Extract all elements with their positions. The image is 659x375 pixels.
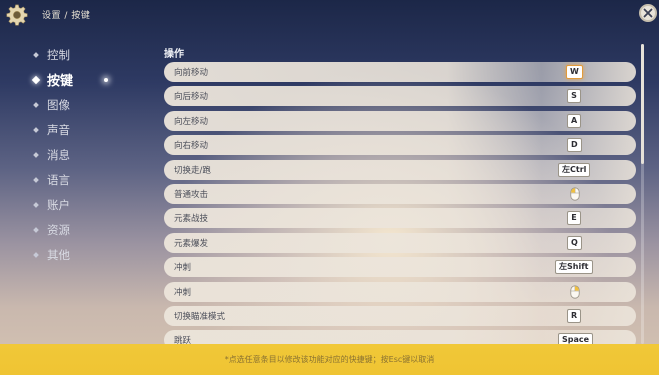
key-cap[interactable]: D — [567, 138, 582, 153]
sidebar-item-control[interactable]: 控制 — [28, 42, 128, 67]
keybind-row-sprint[interactable]: 冲刺 左Shift — [164, 257, 636, 278]
keybind-row-left[interactable]: 向左移动 A — [164, 110, 636, 131]
keybind-row-normal-attack[interactable]: 普通攻击 — [164, 183, 636, 204]
sidebar-item-label: 资源 — [47, 222, 70, 237]
bullet-icon — [33, 251, 39, 258]
action-label: 向后移动 — [174, 92, 209, 103]
action-label: 向右移动 — [174, 141, 209, 152]
action-label: 切换瞄准模式 — [174, 311, 226, 322]
key-cap[interactable]: S — [567, 89, 581, 104]
sidebar-item-language[interactable]: 语言 — [28, 167, 128, 192]
action-label: 冲刺 — [174, 263, 192, 274]
key-cap[interactable]: W — [566, 65, 583, 79]
sidebar-item-label: 图像 — [47, 97, 70, 112]
scrollbar-thumb[interactable] — [641, 44, 644, 164]
keybind-row-aim-mode[interactable]: 切换瞄准模式 R — [164, 305, 636, 326]
action-label: 元素爆发 — [174, 238, 209, 249]
breadcrumb: 设置 / 按键 — [42, 8, 90, 21]
key-cap[interactable]: Q — [567, 235, 582, 250]
mouse-right-icon[interactable] — [570, 284, 580, 299]
bullet-icon — [33, 51, 39, 58]
key-cap[interactable]: R — [567, 308, 582, 323]
keybind-row-elemental-skill[interactable]: 元素战技 E — [164, 208, 636, 229]
keybind-list: 向前移动 W 向后移动 S 向左移动 A 向右移动 D 切换走/跑 左Ctrl … — [164, 62, 636, 355]
keybind-row-sprint-mouse[interactable]: 冲刺 — [164, 281, 636, 302]
sidebar-item-label: 其他 — [47, 247, 70, 262]
gear-icon — [6, 4, 28, 26]
section-title: 操作 — [164, 49, 184, 60]
header: 设置 / 按键 — [0, 0, 659, 32]
bullet-icon — [33, 101, 39, 108]
sidebar-item-audio[interactable]: 声音 — [28, 117, 128, 142]
sidebar-item-keys[interactable]: 按键 — [28, 67, 128, 92]
bullet-icon — [33, 151, 39, 158]
close-button[interactable] — [639, 4, 657, 22]
bullet-icon — [31, 75, 41, 84]
sidebar-item-resources[interactable]: 资源 — [28, 217, 128, 242]
sidebar-item-label: 账户 — [47, 197, 70, 212]
action-label: 元素战技 — [174, 214, 209, 225]
keybind-row-forward[interactable]: 向前移动 W — [164, 62, 636, 82]
hint-text: *点选任意条目以修改该功能对应的快捷键；按Esc键以取消 — [224, 355, 435, 364]
sidebar-item-label: 控制 — [47, 47, 70, 62]
sidebar-item-label: 按键 — [47, 74, 74, 89]
breadcrumb-separator: / — [64, 11, 68, 21]
bullet-icon — [33, 226, 39, 233]
keybind-row-walk-run[interactable]: 切换走/跑 左Ctrl — [164, 159, 636, 180]
sidebar-item-label: 语言 — [47, 172, 70, 187]
sidebar-item-label: 声音 — [47, 122, 70, 137]
breadcrumb-root[interactable]: 设置 — [42, 11, 61, 21]
sidebar: 控制 按键 图像 声音 消息 语言 账户 资源 其他 — [28, 42, 128, 267]
sidebar-item-other[interactable]: 其他 — [28, 242, 128, 267]
bullet-icon — [33, 126, 39, 133]
breadcrumb-current: 按键 — [71, 11, 91, 21]
action-label: 切换走/跑 — [174, 165, 211, 176]
bullet-icon — [33, 176, 39, 183]
scrollbar[interactable] — [641, 44, 644, 344]
sidebar-item-messages[interactable]: 消息 — [28, 142, 128, 167]
action-label: 普通攻击 — [174, 189, 209, 200]
close-icon — [643, 8, 653, 18]
action-label: 向前移动 — [174, 68, 209, 78]
sidebar-item-account[interactable]: 账户 — [28, 192, 128, 217]
keybind-row-right[interactable]: 向右移动 D — [164, 135, 636, 156]
mouse-left-icon[interactable] — [570, 187, 580, 201]
hint-bar: *点选任意条目以修改该功能对应的快捷键；按Esc键以取消 — [0, 344, 659, 375]
active-glow — [104, 78, 108, 82]
key-cap[interactable]: 左Shift — [555, 260, 593, 275]
bullet-icon — [33, 201, 39, 208]
sidebar-item-label: 消息 — [47, 147, 70, 162]
key-cap[interactable]: E — [567, 211, 581, 226]
action-label: 向左移动 — [174, 116, 209, 127]
sidebar-item-graphics[interactable]: 图像 — [28, 92, 128, 117]
key-cap[interactable]: A — [567, 113, 582, 128]
action-label: 冲刺 — [174, 287, 192, 298]
key-cap[interactable]: 左Ctrl — [558, 162, 591, 177]
keybind-row-elemental-burst[interactable]: 元素爆发 Q — [164, 232, 636, 253]
keybind-row-back[interactable]: 向后移动 S — [164, 86, 636, 107]
